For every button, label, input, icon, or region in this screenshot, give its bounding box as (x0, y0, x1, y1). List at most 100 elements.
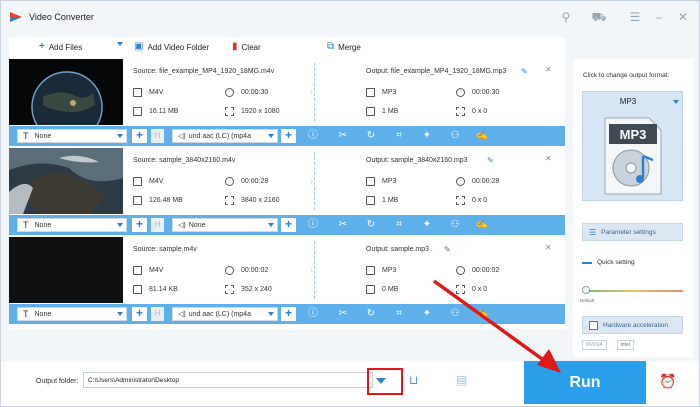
quality-slider-track[interactable] (585, 290, 683, 292)
quality-slider-handle[interactable] (582, 286, 590, 294)
source-format: M4V (133, 88, 163, 97)
output-duration: 00:00:02 (456, 266, 499, 275)
audio-track-select[interactable]: ◁) und aac (LC) (mp4a (172, 307, 278, 321)
audio-track-select[interactable]: ◁) None (172, 218, 278, 232)
video-thumbnail[interactable] (9, 237, 123, 303)
info-icon[interactable]: ⓘ (306, 129, 320, 143)
subtitle-edit-icon[interactable]: ✍ (475, 218, 489, 232)
subtitle-off-button[interactable]: H (151, 129, 164, 143)
output-format: MP3 (366, 266, 396, 275)
watermark-icon[interactable]: ⚇ (448, 218, 462, 232)
merge-button[interactable]: ⧉ Merge (327, 42, 361, 52)
video-thumbnail[interactable] (9, 59, 123, 125)
rotate-icon[interactable]: ↻ (364, 218, 378, 232)
scissors-icon[interactable]: ✂ (336, 307, 350, 321)
subtitle-off-button[interactable]: H (151, 218, 164, 232)
open-folder-icon[interactable]: ▤ (456, 373, 467, 387)
watermark-icon[interactable]: ⚇ (448, 307, 462, 321)
add-files-label: Add Files (48, 42, 83, 52)
edit-name-icon[interactable]: ✎ (521, 67, 528, 76)
quick-setting-marker (582, 262, 592, 264)
toolbar: + Add Files ▣ Add Video Folder ▮ Clear ⧉… (9, 37, 565, 59)
rotate-icon[interactable]: ↻ (364, 307, 378, 321)
output-resolution: 0 x 0 (456, 107, 487, 116)
watermark-icon[interactable]: ⚇ (448, 129, 462, 143)
hardware-acceleration-toggle[interactable]: Hardware acceleration (582, 316, 683, 334)
output-format-label: MP3 (619, 97, 637, 106)
subtitle-off-button[interactable]: H (151, 307, 164, 321)
output-filename[interactable]: Output: file_example_MP4_1920_18MG.mp3 (366, 68, 506, 75)
add-subtitle-button[interactable]: + (132, 307, 147, 321)
clear-button[interactable]: ▮ Clear (232, 42, 261, 52)
parameter-settings-button[interactable]: ☰ Parameter settings (582, 223, 683, 241)
output-filename[interactable]: Output: sample.mp3 (366, 246, 429, 253)
subtitle-select[interactable]: T None (17, 218, 127, 232)
add-video-folder-button[interactable]: ▣ Add Video Folder (134, 42, 209, 52)
format-icon (366, 88, 375, 97)
pin-icon[interactable]: ⚲ (558, 9, 574, 25)
source-size-value: 81.14 KB (149, 286, 178, 293)
rotate-icon[interactable]: ↻ (364, 129, 378, 143)
output-size: 0 MB (366, 285, 398, 294)
intel-logo: intel (616, 340, 634, 350)
edit-name-icon[interactable]: ✎ (487, 156, 494, 165)
audio-track-select[interactable]: ◁) und aac (LC) (mp4a (172, 129, 278, 143)
menu-icon[interactable]: ☰ (627, 9, 643, 25)
close-icon[interactable]: ✕ (675, 9, 691, 25)
subtitle-edit-icon[interactable]: ✍ (475, 307, 489, 321)
crop-icon[interactable]: ⌗ (392, 218, 406, 232)
source-filename: Source: sample.m4v (133, 246, 197, 253)
output-size: 1 MB (366, 196, 398, 205)
output-format-selector[interactable]: MP3 MP3 (582, 91, 683, 201)
add-files-dropdown[interactable] (117, 42, 123, 46)
file-list: Source: file_example_MP4_1920_18MG.m4v M… (9, 59, 565, 329)
file-row[interactable]: Source: sample.m4v M4V 00:00:02 81.14 KB… (9, 237, 565, 326)
chevron-right-icon: › (310, 87, 313, 97)
source-size: 126.48 MB (133, 196, 183, 205)
info-icon[interactable]: ⓘ (306, 307, 320, 321)
info-icon[interactable]: ⓘ (306, 218, 320, 232)
add-audio-button[interactable]: + (281, 218, 296, 232)
resolution-icon (456, 107, 465, 116)
edit-name-icon[interactable]: ✎ (444, 245, 451, 254)
output-filename[interactable]: Output: sample_3840x2160.mp3 (366, 157, 468, 164)
add-subtitle-button[interactable]: + (132, 129, 147, 143)
output-folder-input[interactable] (83, 372, 373, 388)
add-audio-button[interactable]: + (281, 307, 296, 321)
source-duration: 00:00:30 (225, 88, 268, 97)
folder-icon (366, 196, 375, 205)
run-button[interactable]: Run (524, 361, 646, 404)
crop-icon[interactable]: ⌗ (392, 129, 406, 143)
output-duration-value: 00:00:30 (472, 89, 500, 96)
file-row[interactable]: Source: file_example_MP4_1920_18MG.m4v M… (9, 59, 565, 148)
subtitle-select[interactable]: T None (17, 307, 127, 321)
file-row[interactable]: Source: sample_3840x2160.m4v M4V 00:00:2… (9, 148, 565, 237)
source-duration-value: 00:00:02 (241, 267, 269, 274)
add-video-folder-label: Add Video Folder (147, 42, 210, 52)
chevron-down-icon[interactable] (376, 378, 386, 384)
add-subtitle-button[interactable]: + (132, 218, 147, 232)
source-size: 16.11 MB (133, 107, 178, 116)
remove-file-icon[interactable]: ✕ (545, 243, 552, 252)
remove-file-icon[interactable]: ✕ (545, 154, 552, 163)
scissors-icon[interactable]: ✂ (336, 129, 350, 143)
effects-icon[interactable]: ✦ (420, 129, 434, 143)
cart-icon[interactable]: ⛟ (591, 9, 607, 25)
crop-icon[interactable]: ⌗ (392, 307, 406, 321)
subtitle-select[interactable]: T None (17, 129, 127, 143)
alarm-clock-icon[interactable]: ⏰ (659, 373, 676, 390)
clear-label: Clear (241, 42, 261, 52)
source-filename: Source: file_example_MP4_1920_18MG.m4v (133, 68, 275, 75)
scissors-icon[interactable]: ✂ (336, 218, 350, 232)
slider-default-label: Default (580, 298, 595, 303)
remove-file-icon[interactable]: ✕ (545, 65, 552, 74)
effects-icon[interactable]: ✦ (420, 307, 434, 321)
effects-icon[interactable]: ✦ (420, 218, 434, 232)
add-files-button[interactable]: + Add Files (39, 42, 82, 52)
hardware-acceleration-label: Hardware acceleration (603, 321, 669, 329)
video-thumbnail[interactable] (9, 148, 123, 214)
subtitle-edit-icon[interactable]: ✍ (475, 129, 489, 143)
add-audio-button[interactable]: + (281, 129, 296, 143)
browse-folder-icon[interactable]: ⊔ (409, 373, 418, 387)
minimize-icon[interactable]: – (651, 9, 667, 25)
